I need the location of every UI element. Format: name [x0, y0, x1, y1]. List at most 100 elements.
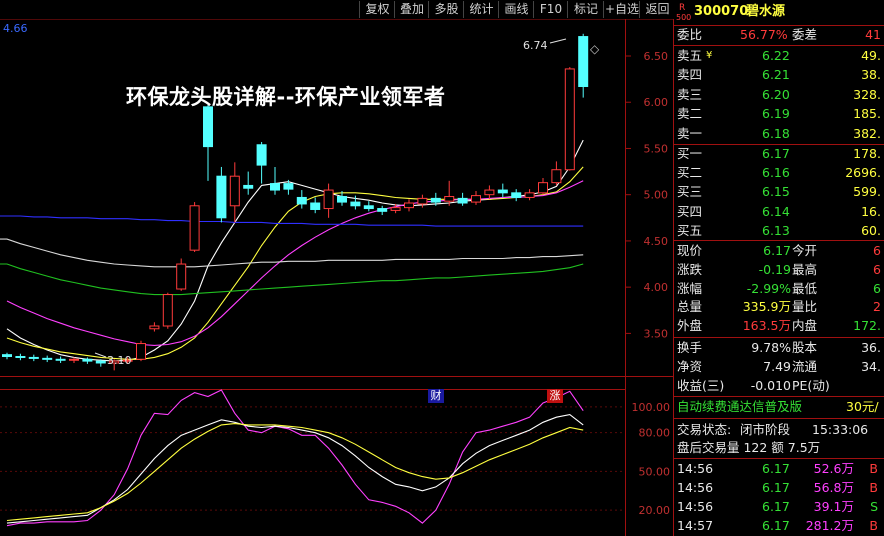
candle-body[interactable] [15, 356, 26, 359]
ask-price: 6.20 [762, 86, 790, 102]
price-tick-label: 4.50 [644, 235, 669, 248]
weibi-label: 委比 [677, 27, 703, 42]
tick-row: 14:56 6.17 39.1万 S [674, 498, 884, 516]
candle-body[interactable] [82, 358, 93, 362]
candle-body[interactable] [55, 358, 66, 361]
candle-body[interactable] [471, 195, 481, 203]
bid-volume: 599. [853, 184, 881, 200]
ask-row[interactable]: 卖五 ¥ 6.22 49. [674, 47, 884, 65]
finance-badge[interactable]: 财 [428, 389, 444, 403]
bid-row[interactable]: 买二 6.16 2696. [674, 164, 884, 182]
quote-panel: R 500 300070 碧水源 委比 56.77% 委差 41 卖五 ¥ 6.… [674, 0, 884, 536]
candle-body[interactable] [283, 183, 294, 190]
candle-body[interactable] [564, 68, 575, 171]
toolbar-button[interactable]: 标记 [567, 1, 604, 18]
bid-row[interactable]: 买三 6.15 599. [674, 183, 884, 201]
candle-body[interactable] [538, 182, 548, 194]
candle-body[interactable] [390, 207, 401, 211]
candle-body[interactable] [404, 202, 414, 209]
toolbar-button[interactable]: 复权 [359, 1, 395, 18]
candle-body[interactable] [2, 354, 12, 358]
candle-body[interactable] [136, 343, 146, 360]
stat-label: 收益(三) [677, 378, 725, 393]
tick-price: 6.17 [762, 518, 790, 533]
ad-text[interactable]: 自动续费通达信普及版 [677, 398, 802, 416]
candle-body[interactable] [189, 205, 200, 251]
candle-body[interactable] [484, 189, 495, 196]
bid-price: 6.15 [762, 184, 790, 200]
candle-body[interactable] [457, 197, 468, 204]
ad-row[interactable]: 自动续费通达信普及版 30元/ [674, 398, 884, 416]
stat-value: 2 [873, 299, 881, 315]
limit-up-badge[interactable]: 涨 [547, 389, 563, 403]
toolbar-button[interactable]: 返回 [639, 1, 675, 18]
stat-value: 163.5万 [742, 318, 791, 334]
candle-body[interactable] [363, 205, 374, 210]
bid-row[interactable]: 买五 6.13 60. [674, 222, 884, 240]
ask-row[interactable]: 卖三 6.20 328. [674, 86, 884, 104]
candle-body[interactable] [216, 175, 227, 219]
candle-body[interactable] [95, 360, 106, 364]
stat-label: 最低 [792, 280, 818, 296]
moving-average-line [0, 215, 584, 227]
tick-price: 6.17 [762, 461, 790, 476]
stat-label: 净资 [677, 359, 703, 374]
candle-body[interactable] [417, 197, 428, 205]
candle-body[interactable] [430, 197, 441, 203]
stat-value: -0.010 [750, 378, 791, 393]
trade-status: 闭市阶段 [740, 422, 791, 437]
toolbar-button[interactable]: 画线 [498, 1, 534, 18]
stat-label: 总量 [677, 299, 703, 315]
candle-body[interactable] [377, 208, 388, 212]
indicator-line [6, 414, 584, 524]
bid-label: 买二 [677, 165, 703, 181]
candle-body[interactable] [203, 106, 213, 148]
candle-body[interactable] [243, 184, 254, 189]
bid-row[interactable]: 买四 6.14 16. [674, 203, 884, 221]
candle-body[interactable] [42, 357, 53, 360]
bid-row[interactable]: 买一 6.17 178. [674, 145, 884, 163]
bid-volume: 2696. [845, 165, 881, 181]
chart-toolbar: 复权 叠加 多股 统计 画线 F10 标记 +自选 返回 [0, 0, 674, 19]
candle-body[interactable] [296, 196, 307, 205]
candle-body[interactable] [511, 192, 522, 198]
toolbar-button[interactable]: 多股 [428, 1, 464, 18]
candle-body[interactable] [149, 325, 160, 330]
candle-body[interactable] [310, 202, 321, 210]
stat-value: 6 [873, 261, 881, 277]
toolbar-button[interactable]: F10 [533, 1, 568, 18]
candle-body[interactable] [551, 169, 562, 184]
ask-volume: 38. [861, 67, 881, 83]
candle-body[interactable] [323, 189, 334, 210]
candle-body[interactable] [229, 175, 240, 207]
ask-row[interactable]: 卖四 6.21 38. [674, 66, 884, 84]
ad-price[interactable]: 30元/ [846, 398, 879, 416]
toolbar-button[interactable]: 统计 [463, 1, 499, 18]
stock-name[interactable]: 碧水源 [746, 3, 785, 21]
stat-row: 涨幅 -2.99% 最低 6 [674, 280, 884, 298]
bid-volume: 60. [861, 222, 881, 238]
ask-row[interactable]: 卖一 6.18 382. [674, 125, 884, 143]
candle-body[interactable] [444, 196, 455, 202]
candle-body[interactable] [270, 183, 280, 191]
candle-body[interactable] [69, 358, 79, 361]
toolbar-button[interactable]: +自选 [603, 1, 640, 18]
candle-body[interactable] [350, 201, 361, 207]
candle-body[interactable] [256, 144, 267, 166]
stat-value: -0.19 [758, 261, 791, 277]
ask-row[interactable]: 卖二 6.19 185. [674, 105, 884, 123]
candle-body[interactable] [497, 189, 508, 194]
toolbar-button[interactable]: 叠加 [394, 1, 429, 18]
weibi-value: 56.77% [740, 27, 788, 42]
candle-body[interactable] [337, 196, 347, 203]
candle-body[interactable] [176, 263, 187, 290]
price-tick-label: 6.00 [644, 96, 669, 109]
diamond-icon[interactable]: ◇ [590, 42, 600, 56]
candle-body[interactable] [28, 356, 39, 359]
candle-body[interactable] [162, 294, 173, 327]
candle-body[interactable] [578, 36, 589, 88]
stock-code[interactable]: 300070 [694, 3, 748, 21]
stat-row: 外盘 163.5万 内盘 172. [674, 317, 884, 335]
candle-body[interactable] [524, 192, 535, 198]
bid-price: 6.16 [762, 165, 790, 181]
